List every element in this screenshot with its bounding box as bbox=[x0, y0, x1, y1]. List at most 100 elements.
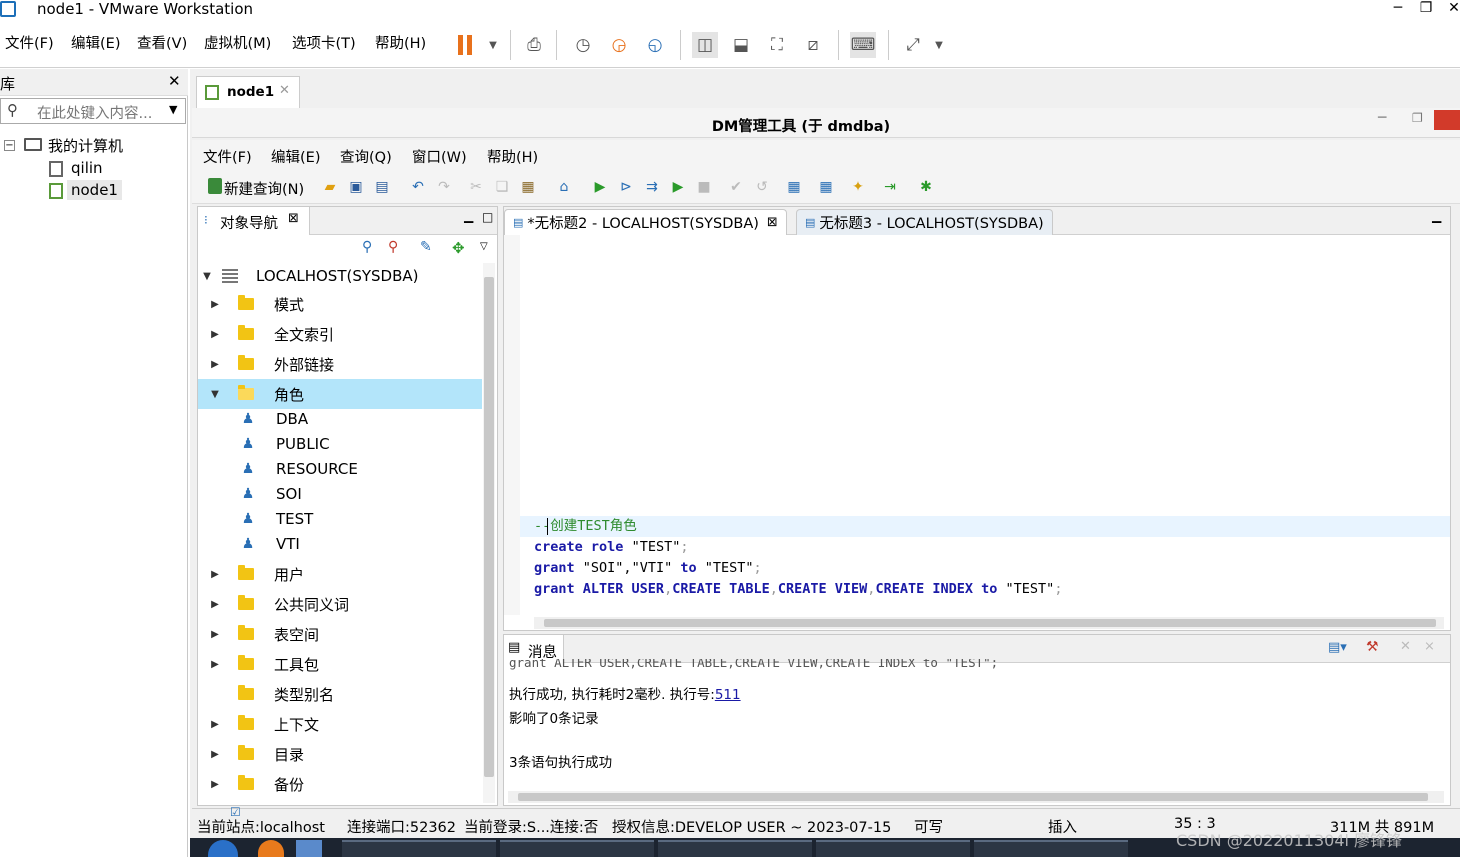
search-dropdown-icon[interactable]: ▼ bbox=[169, 103, 177, 116]
code-line-2[interactable]: grant "SOI","VTI" to "TEST"; bbox=[534, 558, 762, 579]
tree-connection[interactable]: ▼ LOCALHOST(SYSDBA) bbox=[198, 261, 482, 291]
taskbar-item[interactable] bbox=[658, 840, 812, 857]
editor-tab-active[interactable]: ▤ *无标题2 - LOCALHOST(SYSDBA) ⊠ bbox=[504, 209, 787, 235]
cut-icon[interactable]: ✂ bbox=[466, 177, 486, 197]
menu-file[interactable]: 文件(F) bbox=[5, 35, 54, 53]
vm-tab-node1[interactable]: node1 ✕ bbox=[196, 76, 300, 108]
app-icon[interactable] bbox=[258, 840, 284, 857]
library-close-button[interactable]: ✕ bbox=[168, 72, 181, 90]
wizard-icon[interactable]: ✦ bbox=[848, 177, 868, 197]
revert-snapshot-icon[interactable]: ◶ bbox=[606, 32, 632, 58]
navigator-tab-close[interactable]: ⊠ bbox=[288, 211, 299, 226]
unity-icon[interactable]: ⧄ bbox=[800, 32, 826, 58]
dm-menu-help[interactable]: 帮助(H) bbox=[487, 146, 538, 167]
menu-view[interactable]: 查看(V) bbox=[137, 35, 187, 53]
search-input[interactable]: 在此处键入内容... bbox=[37, 102, 152, 123]
collapse-icon[interactable]: − bbox=[4, 140, 15, 151]
dm-menu-window[interactable]: 窗口(W) bbox=[412, 146, 467, 167]
calendar-icon[interactable]: ▦ bbox=[784, 177, 804, 197]
expand-arrow-icon[interactable]: ▶ bbox=[206, 659, 224, 670]
scrollbar-thumb[interactable] bbox=[484, 277, 494, 777]
pause-icon[interactable] bbox=[452, 32, 478, 58]
dm-menu-edit[interactable]: 编辑(E) bbox=[271, 146, 320, 167]
dm-menu-query[interactable]: 查询(Q) bbox=[340, 146, 392, 167]
remove-all-icon[interactable]: ⨯ bbox=[1424, 639, 1435, 654]
tree-role-soi[interactable]: ♟ SOI bbox=[198, 481, 482, 506]
expand-arrow-icon[interactable]: ▶ bbox=[206, 629, 224, 640]
view-menu-icon[interactable]: ▽ bbox=[480, 241, 488, 252]
save-icon[interactable]: ▣ bbox=[346, 177, 366, 197]
tree-vm-qilin[interactable]: qilin bbox=[71, 158, 103, 178]
redo-icon[interactable]: ↷ bbox=[434, 177, 454, 197]
expand-arrow-icon[interactable]: ▶ bbox=[206, 779, 224, 790]
edit-icon[interactable]: ✎ bbox=[420, 239, 432, 255]
editor-h-scrollbar[interactable] bbox=[534, 617, 1444, 629]
taskbar-item[interactable] bbox=[974, 840, 1128, 857]
debug-run-icon[interactable]: ▶ bbox=[668, 177, 688, 197]
expand-arrow-icon[interactable]: ▼ bbox=[198, 271, 216, 282]
expand-arrow-icon[interactable]: ▶ bbox=[206, 359, 224, 370]
expand-arrow-icon[interactable]: ▶ bbox=[206, 569, 224, 580]
menu-help[interactable]: 帮助(H) bbox=[375, 35, 426, 53]
bug-icon[interactable]: ✱ bbox=[916, 177, 936, 197]
tree-folder-directory[interactable]: ▶ 目录 bbox=[198, 739, 482, 769]
snapshot-icon[interactable]: ◷ bbox=[570, 32, 596, 58]
tree-folder-synonyms[interactable]: ▶ 公共同义词 bbox=[198, 589, 482, 619]
editor-tab-2[interactable]: ▤ 无标题3 - LOCALHOST(SYSDBA) bbox=[796, 209, 1053, 235]
commit-icon[interactable]: ✔ bbox=[726, 177, 746, 197]
tree-folder-packages[interactable]: ▶ 工具包 bbox=[198, 649, 482, 679]
tree-role-dba[interactable]: ♟ DBA bbox=[198, 406, 482, 431]
scrollbar-thumb[interactable] bbox=[544, 619, 1436, 627]
export-icon[interactable]: ⇥ bbox=[880, 177, 900, 197]
send-keys-icon[interactable]: ⎙ bbox=[521, 32, 547, 58]
connect-icon[interactable]: ⚲ bbox=[362, 239, 372, 255]
exec-number-link[interactable]: 511 bbox=[715, 687, 741, 703]
library-search[interactable]: ⚲ 在此处键入内容... ▼ bbox=[0, 98, 186, 124]
dm-restore-button[interactable]: ❐ bbox=[1412, 111, 1423, 125]
minimize-button[interactable]: ─ bbox=[1388, 0, 1408, 16]
tree-folder-schema[interactable]: ▶ 模式 bbox=[198, 289, 482, 319]
code-line-1[interactable]: create role "TEST"; bbox=[534, 537, 689, 558]
navigator-tab[interactable]: ⁝ 对象导航 ⊠ bbox=[198, 207, 310, 235]
menu-edit[interactable]: 编辑(E) bbox=[71, 35, 120, 53]
app-icon[interactable] bbox=[296, 840, 322, 857]
start-icon[interactable] bbox=[208, 840, 238, 857]
stretch-dropdown-icon[interactable]: ▼ bbox=[926, 32, 952, 58]
paste-icon[interactable]: ▦ bbox=[518, 177, 538, 197]
tree-vm-node1[interactable]: node1 bbox=[67, 180, 122, 200]
menu-tabs[interactable]: 选项卡(T) bbox=[292, 35, 356, 53]
expand-arrow-icon[interactable]: ▶ bbox=[206, 299, 224, 310]
close-button[interactable]: ✕ bbox=[1444, 0, 1460, 16]
thumbnail-bar-icon[interactable]: ⬓ bbox=[728, 32, 754, 58]
code-line-3[interactable]: grant ALTER USER,CREATE TABLE,CREATE VIE… bbox=[534, 579, 1062, 600]
tree-folder-tablespaces[interactable]: ▶ 表空间 bbox=[198, 619, 482, 649]
console-view-icon[interactable]: ⌨ bbox=[850, 32, 876, 58]
tree-folder-type-alias[interactable]: 类型别名 bbox=[198, 679, 482, 709]
save-all-icon[interactable]: ▤ bbox=[372, 177, 392, 197]
tree-folder-dblink[interactable]: ▶ 外部链接 bbox=[198, 349, 482, 379]
restore-button[interactable]: ❐ bbox=[1416, 0, 1436, 16]
dm-menu-file[interactable]: 文件(F) bbox=[203, 146, 252, 167]
disconnect-icon[interactable]: ⚲ bbox=[388, 239, 398, 255]
scrollbar-thumb[interactable] bbox=[518, 793, 1428, 801]
show-library-icon[interactable]: ◫ bbox=[692, 32, 718, 58]
remove-icon[interactable]: ✕ bbox=[1400, 639, 1411, 654]
tree-role-test[interactable]: ♟ TEST bbox=[198, 506, 482, 531]
rollback-icon[interactable]: ↺ bbox=[752, 177, 772, 197]
power-dropdown-icon[interactable]: ▼ bbox=[480, 32, 506, 58]
dm-minimize-button[interactable]: ─ bbox=[1378, 110, 1386, 126]
tree-folder-users[interactable]: ▶ 用户 bbox=[198, 559, 482, 589]
open-file-icon[interactable]: ▰ bbox=[320, 177, 340, 197]
navigator-minimize-button[interactable]: ▁ bbox=[464, 209, 473, 223]
expand-arrow-icon[interactable]: ▶ bbox=[206, 329, 224, 340]
menu-vm[interactable]: 虚拟机(M) bbox=[204, 35, 271, 53]
expand-arrow-icon[interactable]: ▶ bbox=[206, 719, 224, 730]
execute-script-icon[interactable]: ⊳ bbox=[616, 177, 636, 197]
vm-tab-close-button[interactable]: ✕ bbox=[279, 83, 290, 98]
snapshot-manager-icon[interactable]: ◵ bbox=[642, 32, 668, 58]
tree-folder-fulltext[interactable]: ▶ 全文索引 bbox=[198, 319, 482, 349]
editor-minimize-button[interactable]: ▁ bbox=[1432, 209, 1441, 223]
clear-console-icon[interactable]: ⚒ bbox=[1366, 639, 1379, 655]
new-query-button[interactable]: 新建查询(N) bbox=[224, 178, 304, 199]
home-icon[interactable]: ⌂ bbox=[554, 177, 574, 197]
